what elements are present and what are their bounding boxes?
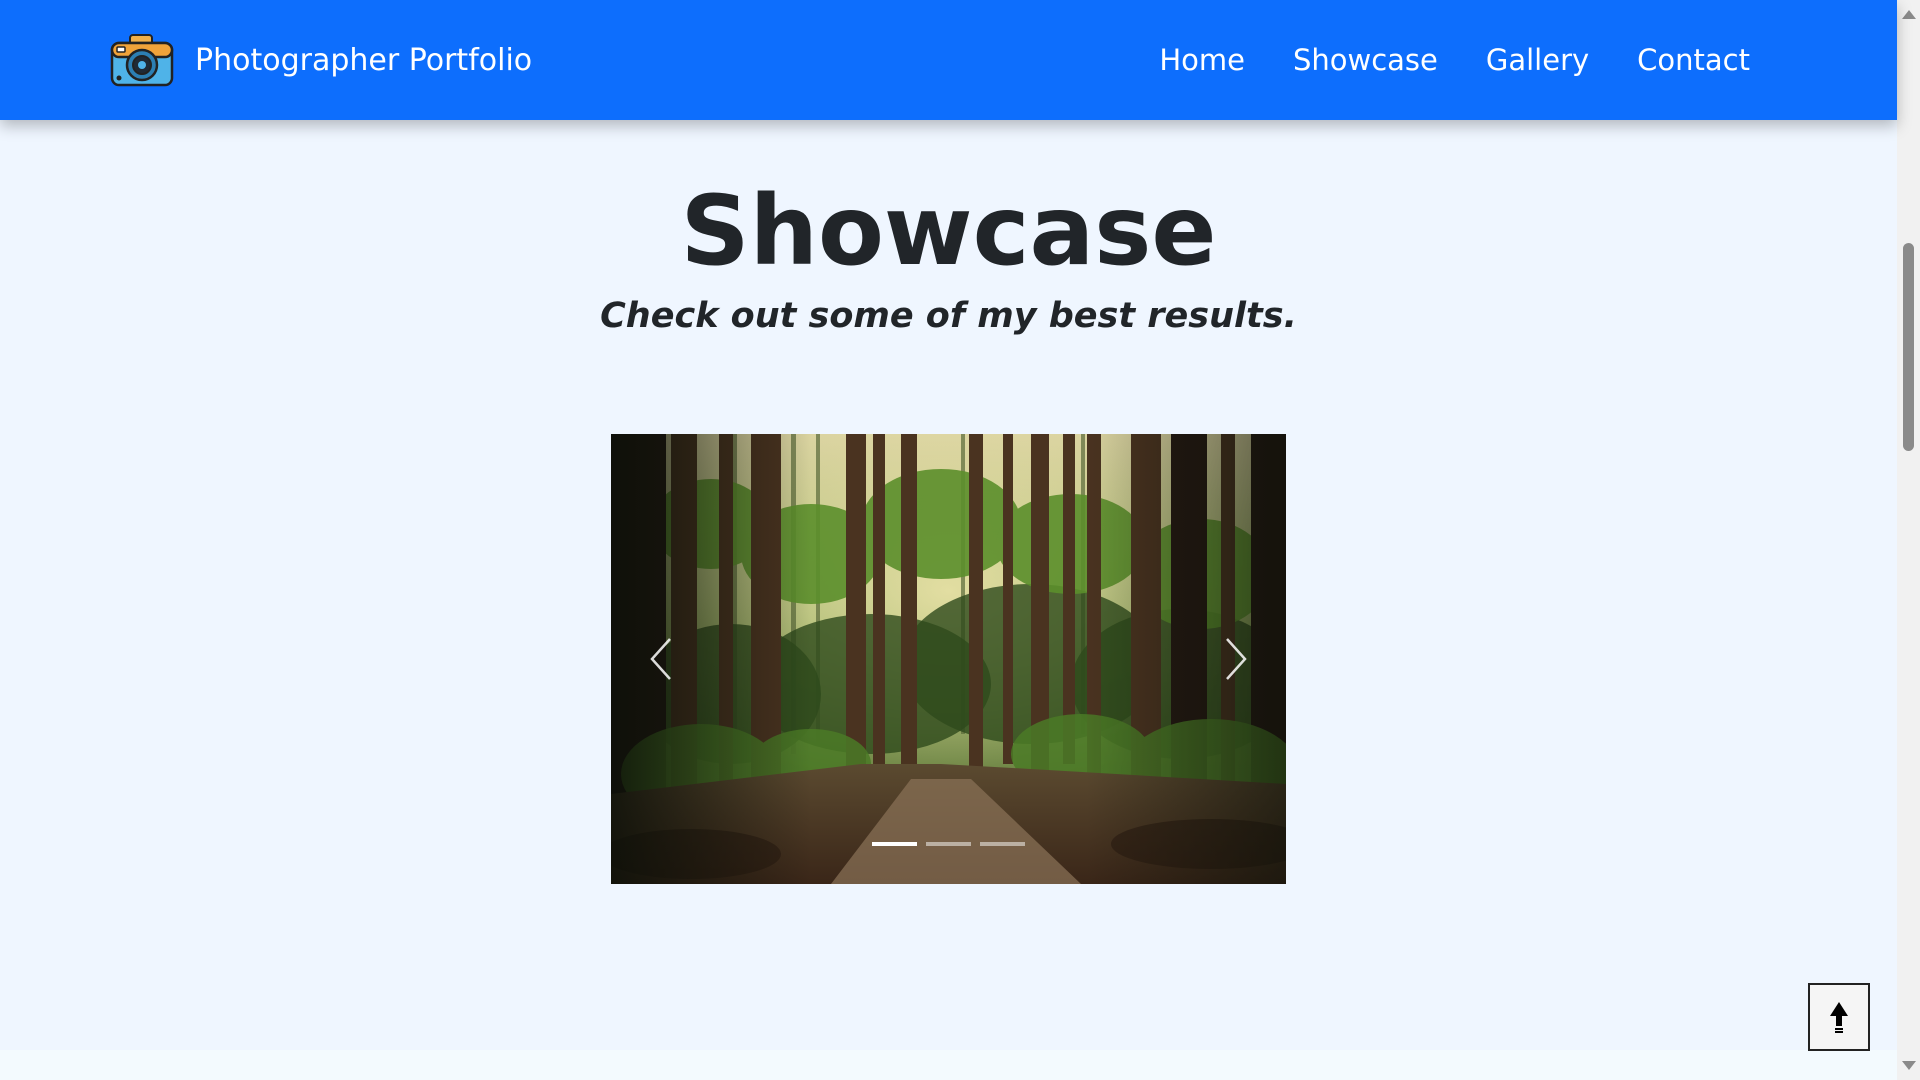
arrow-up-icon bbox=[1830, 1002, 1848, 1033]
carousel-indicator-1[interactable] bbox=[872, 842, 917, 846]
carousel-indicator-2[interactable] bbox=[926, 842, 971, 846]
scroll-thumb[interactable] bbox=[1903, 243, 1914, 451]
scroll-down-arrow[interactable] bbox=[1902, 1061, 1916, 1070]
nav-links: Home Showcase Gallery Contact bbox=[1159, 40, 1750, 80]
brand-name: Photographer Portfolio bbox=[195, 42, 533, 78]
chevron-right-icon bbox=[1226, 638, 1247, 680]
page-subtitle: Check out some of my best results. bbox=[600, 296, 1297, 336]
nav-link-showcase[interactable]: Showcase bbox=[1293, 40, 1438, 80]
carousel-next-button[interactable] bbox=[1201, 614, 1271, 704]
brand[interactable]: Photographer Portfolio bbox=[110, 30, 532, 90]
carousel-prev-button[interactable] bbox=[626, 614, 696, 704]
nav-link-home[interactable]: Home bbox=[1159, 40, 1245, 80]
vertical-scrollbar[interactable] bbox=[1897, 0, 1920, 1080]
navbar: Photographer Portfolio Home Showcase Gal… bbox=[0, 0, 1897, 120]
carousel-slide-image bbox=[611, 434, 1286, 884]
nav-link-contact[interactable]: Contact bbox=[1637, 40, 1750, 80]
next-section-edge bbox=[0, 1050, 1897, 1080]
nav-link-gallery[interactable]: Gallery bbox=[1486, 40, 1589, 80]
back-to-top-button[interactable] bbox=[1808, 983, 1870, 1051]
scroll-up-arrow[interactable] bbox=[1902, 10, 1916, 19]
chevron-left-icon bbox=[650, 638, 671, 680]
showcase-carousel bbox=[611, 434, 1286, 884]
carousel-indicators bbox=[611, 842, 1286, 846]
camera-icon bbox=[110, 34, 174, 87]
page-title: Showcase bbox=[680, 175, 1217, 287]
carousel-indicator-3[interactable] bbox=[980, 842, 1025, 846]
